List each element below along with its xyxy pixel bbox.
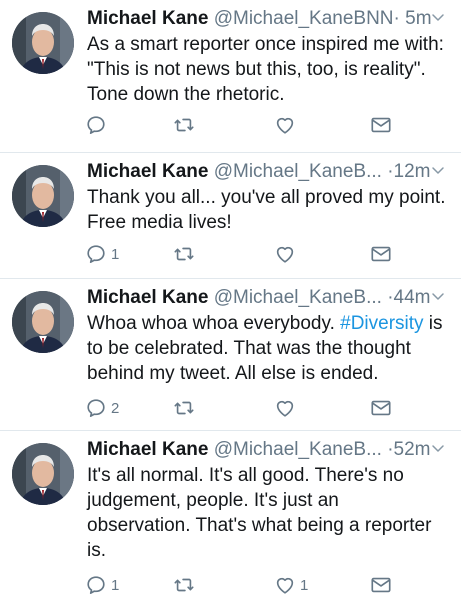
tweet-actions: 1 (0, 242, 461, 266)
tweet-header: Michael Kane @Michael_KaneB... ·44m (87, 285, 451, 311)
retweet-button[interactable] (173, 396, 199, 420)
retweet-button[interactable] (173, 242, 199, 266)
tweet-header: Michael Kane @Michael_KaneB... ·12m (87, 159, 451, 185)
reply-icon (85, 243, 107, 265)
dm-button[interactable] (370, 113, 392, 137)
timestamp[interactable]: 52m (394, 439, 431, 460)
author-name[interactable]: Michael Kane (87, 287, 208, 308)
reply-count: 1 (111, 245, 120, 263)
dm-icon (370, 574, 392, 596)
reply-button[interactable]: 2 (85, 396, 119, 420)
tweet-text: As a smart reporter once inspired me wit… (87, 34, 444, 105)
timestamp[interactable]: 44m (394, 287, 431, 308)
like-button[interactable] (274, 242, 300, 266)
like-button[interactable] (274, 113, 300, 137)
like-icon (274, 397, 296, 419)
avatar[interactable] (12, 291, 74, 353)
retweet-button[interactable] (173, 573, 199, 597)
reply-icon (85, 114, 107, 136)
tweet-text: Whoa whoa whoa everybody. #Diversity is … (87, 311, 447, 386)
reply-count: 1 (111, 576, 120, 594)
like-button[interactable]: 1 (274, 573, 308, 597)
tweet-header: Michael Kane @Michael_KaneB... ·52m (87, 437, 451, 463)
author-handle[interactable]: @Michael_KaneB... (214, 287, 382, 308)
author-name[interactable]: Michael Kane (87, 439, 208, 460)
tweet[interactable]: Michael Kane @Michael_KaneB... ·52m It's… (0, 431, 461, 599)
avatar[interactable] (12, 443, 74, 505)
dm-icon (370, 397, 392, 419)
reply-button[interactable]: 1 (85, 573, 119, 597)
like-count: 1 (300, 576, 309, 594)
avatar[interactable] (12, 12, 74, 74)
tweet[interactable]: Michael Kane @Michael_KaneBNN· 5m As a s… (0, 0, 461, 153)
tweet[interactable]: Michael Kane @Michael_KaneB... ·12m Than… (0, 153, 461, 279)
tweet-header: Michael Kane @Michael_KaneBNN· 5m (87, 6, 451, 32)
time-separator: · (393, 8, 400, 29)
like-icon (274, 114, 296, 136)
chevron-down-icon[interactable] (429, 439, 447, 457)
chevron-down-icon[interactable] (429, 161, 447, 179)
retweet-icon (173, 397, 195, 419)
tweet-actions (0, 113, 461, 137)
retweet-icon (173, 574, 195, 596)
author-handle[interactable]: @Michael_KaneB... (214, 439, 382, 460)
author-name[interactable]: Michael Kane (87, 8, 208, 29)
dm-button[interactable] (370, 242, 392, 266)
chevron-down-icon[interactable] (429, 8, 447, 26)
retweet-icon (173, 243, 195, 265)
dm-button[interactable] (370, 573, 392, 597)
hashtag-link[interactable]: #Diversity (340, 313, 423, 334)
tweet-actions: 1 1 (0, 573, 461, 597)
author-handle[interactable]: @Michael_KaneBNN (214, 8, 394, 29)
like-icon (274, 574, 296, 596)
chevron-down-icon[interactable] (429, 287, 447, 305)
dm-icon (370, 243, 392, 265)
author-name[interactable]: Michael Kane (87, 161, 208, 182)
timestamp[interactable]: 12m (394, 161, 431, 182)
reply-button[interactable]: 1 (85, 242, 119, 266)
like-button[interactable] (274, 396, 300, 420)
reply-icon (85, 574, 107, 596)
like-icon (274, 243, 296, 265)
retweet-button[interactable] (173, 113, 199, 137)
dm-icon (370, 114, 392, 136)
avatar[interactable] (12, 165, 74, 227)
reply-count: 2 (111, 399, 120, 417)
retweet-icon (173, 114, 195, 136)
reply-icon (85, 397, 107, 419)
tweet-actions: 2 (0, 396, 461, 420)
tweet-text: Thank you all... you've all proved my po… (87, 187, 446, 233)
author-handle[interactable]: @Michael_KaneB... (214, 161, 382, 182)
tweet-text-part: Whoa whoa whoa everybody. (87, 313, 341, 334)
tweet[interactable]: Michael Kane @Michael_KaneB... ·44m Whoa… (0, 279, 461, 431)
dm-button[interactable] (370, 396, 392, 420)
tweet-text: It's all normal. It's all good. There's … (87, 465, 432, 561)
reply-button[interactable] (85, 113, 111, 137)
timestamp[interactable]: 5m (405, 8, 431, 29)
